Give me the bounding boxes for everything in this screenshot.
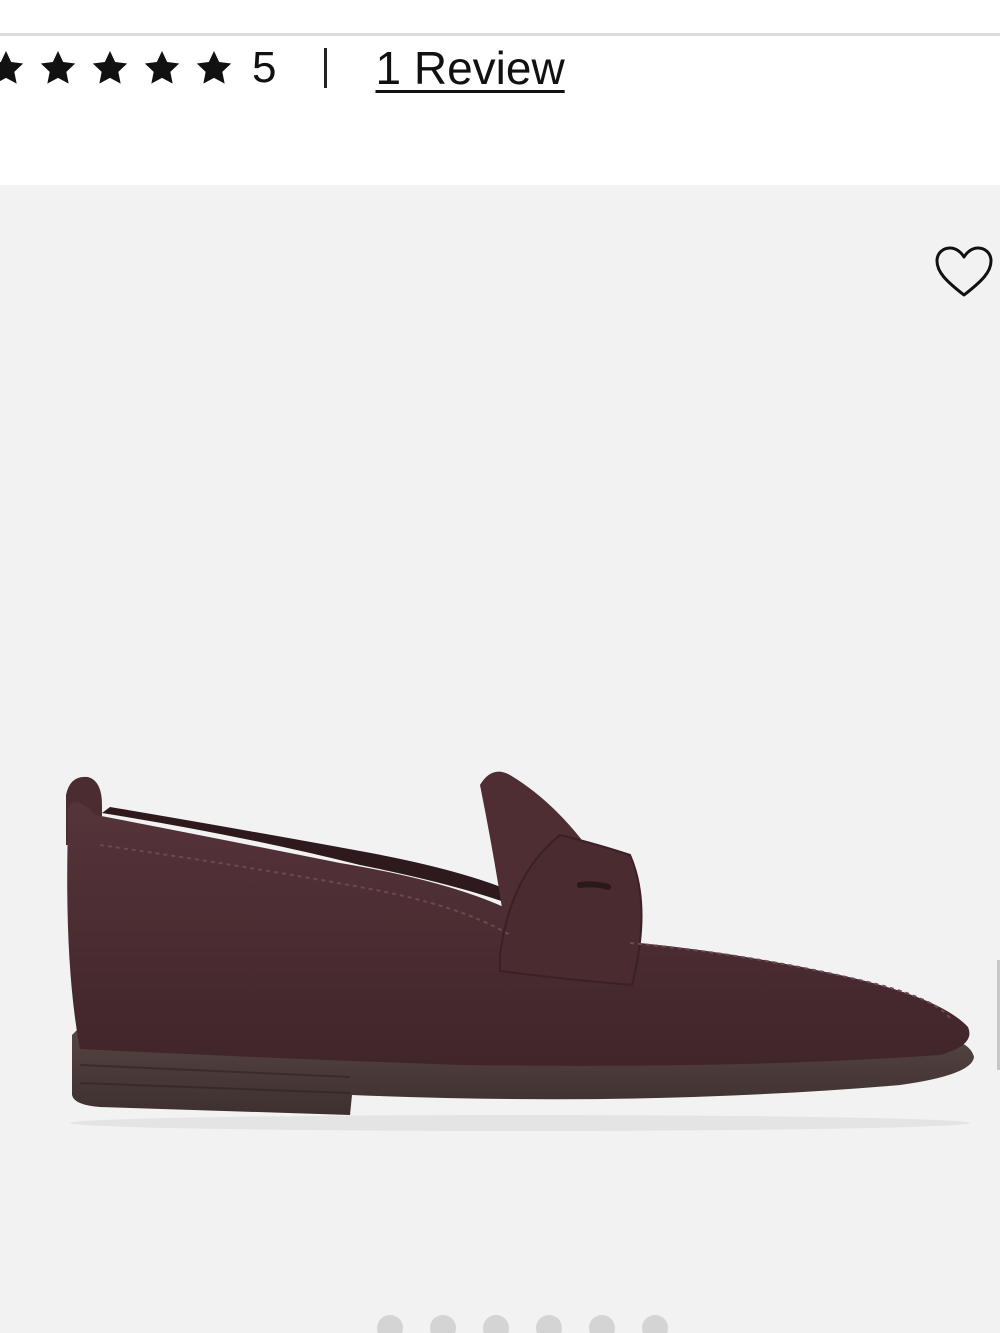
product-image-loafer	[40, 765, 990, 1145]
loafer-shoe-image	[66, 771, 974, 1131]
star-rating	[0, 48, 246, 88]
star-icon	[0, 48, 26, 88]
star-icon	[142, 48, 182, 88]
carousel-dot[interactable]	[483, 1315, 509, 1333]
product-image-gallery[interactable]	[0, 185, 1000, 1333]
top-divider	[0, 33, 1000, 36]
carousel-dot[interactable]	[589, 1315, 615, 1333]
carousel-dot[interactable]	[430, 1315, 456, 1333]
add-to-wishlist-button[interactable]	[934, 245, 994, 301]
star-icon	[38, 48, 78, 88]
rating-value: 5	[252, 43, 277, 92]
carousel-dot[interactable]	[536, 1315, 562, 1333]
image-carousel-dots	[377, 1315, 695, 1333]
reviews-link[interactable]: 1 Review	[375, 45, 564, 91]
heart-outline-icon	[935, 246, 993, 297]
rating-divider	[324, 48, 328, 88]
carousel-dot[interactable]	[642, 1315, 668, 1333]
rating-summary: 5 1 Review	[0, 40, 565, 96]
star-icon	[194, 48, 234, 88]
product-page: 5 1 Review	[0, 0, 1000, 1333]
carousel-dot[interactable]	[377, 1315, 403, 1333]
star-icon	[90, 48, 130, 88]
